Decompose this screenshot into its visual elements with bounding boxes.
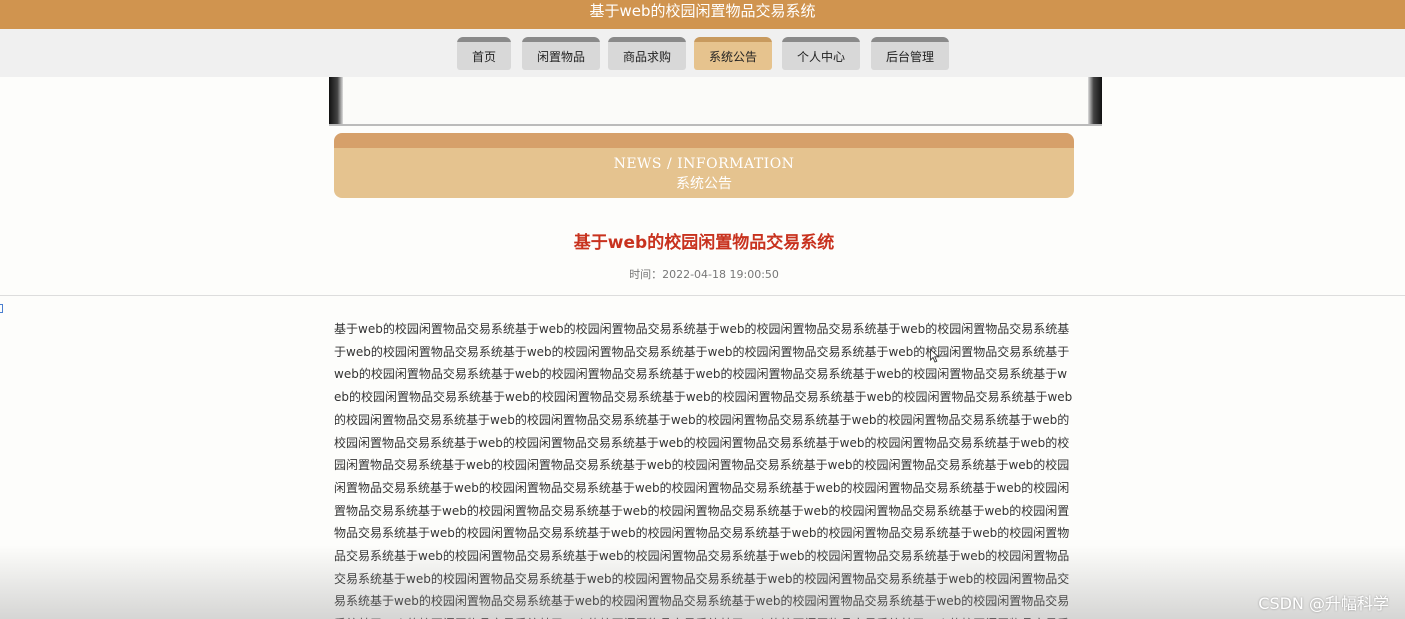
nav-item-idle-goods[interactable]: 闲置物品 [522, 37, 600, 70]
section-heading-cn: 系统公告 [676, 176, 732, 192]
banner-image [329, 77, 1102, 126]
divider [0, 295, 1405, 296]
article-title: 基于web的校园闲置物品交易系统 [573, 233, 835, 253]
section-heading-en: NEWS / INFORMATION [613, 156, 795, 172]
site-title: 基于web的校园闲置物品交易系统 [589, 2, 816, 20]
nav-item-admin[interactable]: 后台管理 [871, 37, 949, 70]
site-header: 基于web的校园闲置物品交易系统 [0, 0, 1405, 29]
article-body: 基于web的校园闲置物品交易系统基于web的校园闲置物品交易系统基于web的校园… [334, 322, 1073, 619]
main-nav: 首页 闲置物品 商品求购 系统公告 个人中心 后台管理 [0, 29, 1405, 77]
section-heading: NEWS / INFORMATION 系统公告 [334, 133, 1074, 198]
banner-right-edge [1088, 77, 1102, 124]
nav-item-home[interactable]: 首页 [457, 37, 511, 70]
banner-left-edge [329, 77, 343, 124]
csdn-watermark: CSDN @升幅科学 [1258, 594, 1389, 613]
nav-item-wanted-goods[interactable]: 商品求购 [608, 37, 686, 70]
nav-item-personal-center[interactable]: 个人中心 [782, 37, 860, 70]
left-edge-marker [0, 304, 3, 313]
article-timestamp: 时间：2022-04-18 19:00:50 [629, 268, 779, 281]
nav-item-announcements[interactable]: 系统公告 [694, 37, 772, 70]
mouse-pointer-icon [930, 349, 940, 363]
